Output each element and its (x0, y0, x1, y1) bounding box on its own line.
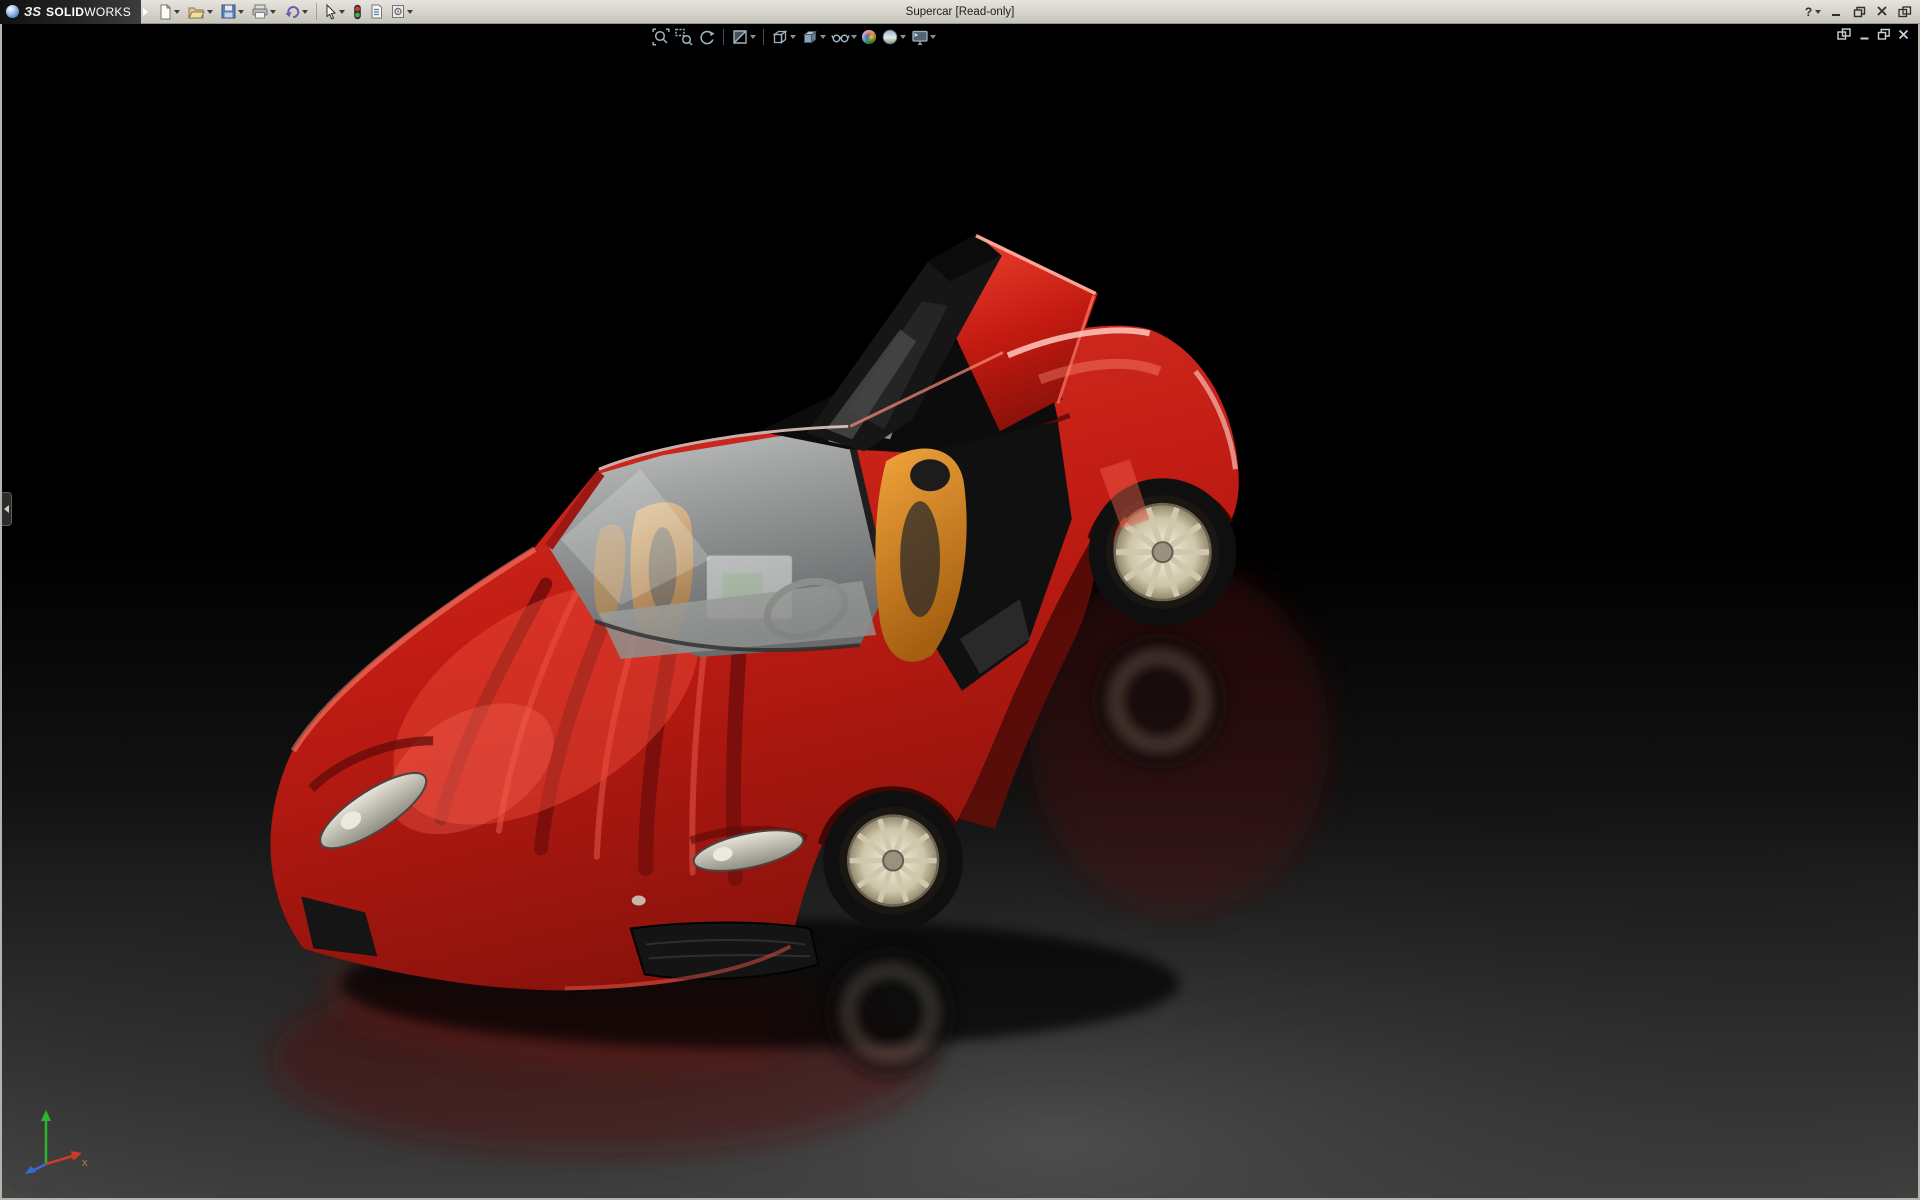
open-dropdown-icon[interactable] (207, 10, 213, 14)
hide-show-items-button[interactable] (829, 26, 859, 48)
solidworks-logo: ЗS SOLIDWORKS (0, 0, 141, 24)
undo-icon (284, 4, 300, 19)
print-dropdown-icon[interactable] (270, 10, 276, 14)
coordinate-triad: x (16, 1102, 96, 1174)
help-label: ? (1805, 5, 1812, 19)
minimize-button[interactable] (1826, 3, 1846, 21)
brand-mark: ЗS (24, 4, 41, 19)
view-orientation-button[interactable] (769, 26, 798, 48)
supercar-3d-model[interactable] (2, 24, 1918, 1198)
brand-solid: SOLID (46, 5, 84, 19)
section-view-dropdown-icon[interactable] (750, 35, 756, 39)
apply-scene-button[interactable] (879, 26, 908, 48)
solidworks-window: ЗS SOLIDWORKS (0, 0, 1920, 1200)
toolbar-separator (316, 3, 317, 20)
open-button[interactable] (185, 2, 216, 22)
feature-panel-collapse-tab[interactable] (2, 492, 12, 526)
document-window-controls (1837, 28, 1910, 41)
save-button[interactable] (218, 2, 247, 22)
display-style-dropdown-icon[interactable] (820, 35, 826, 39)
collapse-arrow-icon (4, 505, 9, 513)
new-dropdown-icon[interactable] (174, 10, 180, 14)
doc-windows-button[interactable] (1837, 28, 1852, 41)
headsup-separator (723, 29, 724, 45)
doc-minimize-icon (1858, 28, 1871, 41)
doc-close-icon (1897, 28, 1910, 41)
previous-view-icon (698, 28, 716, 46)
heads-up-view-toolbar (650, 26, 938, 48)
rebuild-light-icon (353, 4, 362, 20)
undo-button[interactable] (281, 2, 311, 22)
rebuild-button[interactable] (350, 2, 365, 22)
view-settings-button[interactable] (909, 26, 938, 48)
previous-view-button[interactable] (696, 26, 718, 48)
section-view-button[interactable] (729, 26, 758, 48)
graphics-viewport[interactable]: x *Dimetric (0, 24, 1920, 1200)
restore-button[interactable] (1849, 3, 1869, 21)
apply-scene-dropdown-icon[interactable] (900, 35, 906, 39)
print-icon (252, 4, 268, 19)
select-dropdown-icon[interactable] (339, 10, 345, 14)
open-folder-icon (188, 5, 205, 19)
close-button[interactable] (1872, 3, 1892, 21)
help-button[interactable]: ? (1803, 3, 1823, 21)
headsup-separator (763, 29, 764, 45)
close-icon (1876, 6, 1888, 17)
hide-show-items-icon (831, 28, 850, 46)
minimize-icon (1830, 6, 1842, 17)
view-settings-icon (911, 28, 929, 46)
options-button[interactable] (388, 2, 416, 22)
save-dropdown-icon[interactable] (238, 10, 244, 14)
hide-show-dropdown-icon[interactable] (851, 35, 857, 39)
view-orientation-dropdown-icon[interactable] (790, 35, 796, 39)
print-button[interactable] (249, 2, 279, 22)
edit-appearance-icon (862, 30, 876, 44)
zoom-to-fit-icon (652, 28, 670, 46)
display-style-button[interactable] (799, 26, 828, 48)
doc-restore-icon (1877, 28, 1891, 41)
file-properties-button[interactable] (367, 2, 386, 22)
section-view-icon (731, 28, 749, 46)
zoom-to-area-button[interactable] (673, 26, 695, 48)
doc-minimize-button[interactable] (1858, 28, 1871, 41)
apply-scene-icon (881, 28, 899, 46)
options-dropdown-icon[interactable] (407, 10, 413, 14)
options-sheet-icon (391, 4, 405, 19)
triad-x-label: x (82, 1157, 88, 1169)
menu-expand-arrow-icon[interactable] (143, 8, 148, 16)
help-dropdown-icon[interactable] (1815, 10, 1821, 14)
zoom-to-fit-button[interactable] (650, 26, 672, 48)
brand-works: WORKS (84, 5, 131, 19)
arrange-windows-icon (1898, 6, 1912, 18)
edit-appearance-button[interactable] (860, 26, 878, 48)
select-button[interactable] (322, 2, 348, 22)
view-orientation-label: *Dimetric (12, 1184, 60, 1196)
save-icon (221, 4, 236, 19)
title-bar: ЗS SOLIDWORKS (0, 0, 1920, 24)
view-orientation-icon (771, 28, 789, 46)
document-title: Supercar [Read-only] (906, 0, 1015, 24)
window-controls: ? (1803, 3, 1920, 21)
doc-close-button[interactable] (1897, 28, 1910, 41)
select-cursor-icon (325, 4, 337, 20)
view-settings-dropdown-icon[interactable] (930, 35, 936, 39)
restore-icon (1853, 6, 1866, 18)
doc-restore-button[interactable] (1877, 28, 1891, 41)
display-style-icon (801, 28, 819, 46)
3ds-logo-icon (6, 5, 19, 18)
undo-dropdown-icon[interactable] (302, 10, 308, 14)
file-properties-icon (370, 4, 383, 19)
arrange-windows-button[interactable] (1895, 3, 1915, 21)
doc-windows-icon (1837, 28, 1852, 41)
new-document-icon (158, 4, 172, 20)
zoom-to-area-icon (675, 28, 693, 46)
new-document-button[interactable] (155, 2, 183, 22)
